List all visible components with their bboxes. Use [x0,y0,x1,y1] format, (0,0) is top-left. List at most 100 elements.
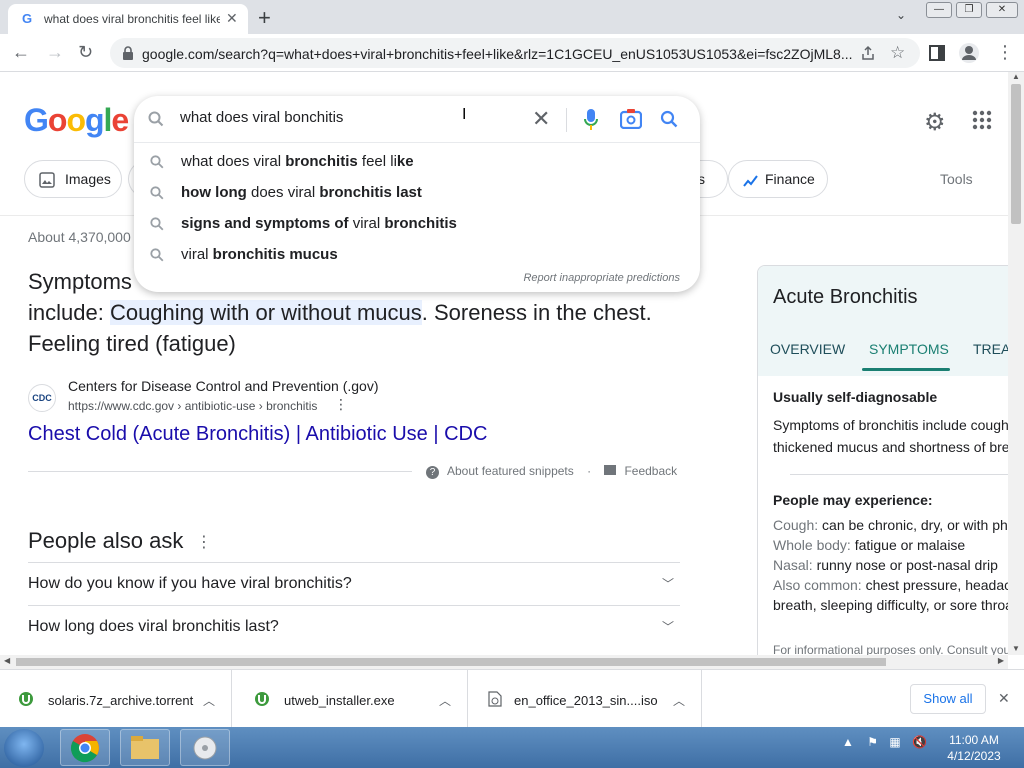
tab-symptoms[interactable]: SYMPTOMS [869,341,949,357]
lock-icon [123,46,133,60]
profile-icon[interactable] [958,42,980,64]
site-url[interactable]: https://www.cdc.gov › antibiotic-use › b… [68,399,317,413]
divider [790,474,1008,475]
side-panel-icon[interactable] [928,44,946,62]
suggestion-part: bronchitis [384,215,457,232]
bookmark-star-icon[interactable]: ☆ [890,43,905,63]
vertical-scroll-thumb[interactable] [1011,84,1021,224]
tab-search-chevron-icon[interactable]: ⌄ [896,8,906,22]
divider [566,108,567,132]
back-arrow-icon[interactable]: ← [12,42,30,63]
result-stats: About 4,370,000 [28,229,131,245]
may-experience-heading: People may experience: [773,492,933,508]
result-more-options-icon[interactable]: ⋮ [334,396,348,413]
logo-letter: l [103,102,113,138]
report-predictions-link[interactable]: Report inappropriate predictions [523,272,680,284]
search-icon [150,155,164,169]
knowledge-panel-header: Acute Bronchitis OVERVIEW SYMPTOMS TREA [758,266,1008,376]
paa-question[interactable]: How long does viral bronchitis last? ﹀ [28,605,680,648]
show-all-downloads-button[interactable]: Show all [910,684,986,714]
chip-finance[interactable]: Finance [728,160,828,198]
chevron-up-icon[interactable]: ︿ [439,692,451,709]
system-clock[interactable]: 11:00 AM 4/12/2023 [944,732,1004,764]
address-bar[interactable]: google.com/search?q=what+does+viral+bron… [110,38,920,68]
snippet-rest: . Soreness in the chest. [421,300,652,325]
scroll-down-arrow-icon[interactable]: ▼ [1012,644,1020,653]
paa-more-options-icon[interactable]: ⋮ [196,532,212,552]
symptom-row: breath, sleeping difficulty, or sore thr… [773,597,1008,613]
symptom-value: chest pressure, headache, shortness of [865,577,1008,593]
clock-time: 11:00 AM [949,733,999,747]
close-tab-icon[interactable]: ✕ [226,10,238,27]
scroll-up-arrow-icon[interactable]: ▲ [1012,72,1020,81]
site-name[interactable]: Centers for Disease Control and Preventi… [68,378,378,394]
search-suggestion[interactable]: how long does viral bronchitis last [134,177,700,208]
close-download-bar-icon[interactable]: ✕ [998,690,1010,707]
symptom-value: runny nose or post-nasal drip [812,557,998,573]
informational-footer: For informational purposes only. Consult… [773,643,1008,655]
symptom-label: Whole body: [773,537,851,553]
search-suggestion[interactable]: what does viral bronchitis feel like [134,146,700,177]
chevron-up-icon[interactable]: ︿ [673,692,685,709]
suggestion-part: bronchitis [285,153,358,170]
show-hidden-icons-icon[interactable]: ▲ [842,735,854,749]
clear-search-icon[interactable]: ✕ [532,106,550,132]
explorer-taskbar-icon[interactable] [120,729,170,766]
kebab-menu-icon[interactable]: ⋮ [996,42,1014,63]
network-icon[interactable]: ▦ [889,735,900,749]
new-tab-button[interactable]: + [258,5,271,31]
tab-overview[interactable]: OVERVIEW [770,341,845,357]
scroll-right-arrow-icon[interactable]: ▶ [998,656,1004,665]
divider [134,142,700,143]
search-submit-icon[interactable] [660,110,678,128]
chrome-taskbar-icon[interactable] [60,729,110,766]
volume-muted-icon[interactable]: 🔇 [912,735,927,749]
minimize-button[interactable]: — [926,2,952,18]
people-also-ask-title: People also ask [28,528,184,553]
paa-question-text: How do you know if you have viral bronch… [28,575,352,592]
google-logo[interactable]: Google [24,102,129,139]
chevron-down-icon: ﹀ [661,577,674,591]
download-item[interactable]: solaris.7z_archive.torrent ︿ [0,670,232,728]
search-suggestion[interactable]: viral bronchitis mucus [134,239,700,270]
media-player-taskbar-icon[interactable] [180,729,230,766]
browser-tab[interactable]: G what does viral bronchitis feel like ✕ [8,4,248,34]
microphone-icon[interactable] [584,109,598,131]
settings-gear-icon[interactable]: ⚙ [924,108,946,137]
tools-button[interactable]: Tools [940,171,973,187]
feedback-link[interactable]: Feedback [624,464,677,478]
symptom-label: Nasal: [773,557,813,573]
suggestion-part: signs and symptoms of [181,215,349,232]
paa-question[interactable]: How do you know if you have viral bronch… [28,562,680,605]
download-item[interactable]: utweb_installer.exe ︿ [236,670,468,728]
horizontal-scrollbar[interactable]: ◀ ▶ [0,655,1008,669]
about-featured-snippets-link[interactable]: About featured snippets [447,464,574,478]
action-center-flag-icon[interactable]: ⚑ [867,735,878,749]
forward-arrow-icon[interactable]: → [46,42,64,63]
divider [28,471,412,472]
windows-start-button[interactable] [4,729,44,767]
chevron-up-icon[interactable]: ︿ [203,692,215,709]
share-icon[interactable] [860,45,876,61]
result-title-link[interactable]: Chest Cold (Acute Bronchitis) | Antibiot… [28,423,487,446]
horizontal-scroll-thumb[interactable] [16,658,886,666]
snippet-line-2: include: Coughing with or without mucus.… [28,297,688,328]
maximize-button[interactable]: ❐ [956,2,982,18]
search-suggestion[interactable]: signs and symptoms of viral bronchitis [134,208,700,239]
utorrent-file-icon [255,692,269,706]
suggestion-part: ke [396,153,414,170]
vertical-scrollbar[interactable]: ▲ ▼ [1008,72,1024,655]
search-input[interactable] [180,109,520,126]
scroll-left-arrow-icon[interactable]: ◀ [4,656,10,665]
download-item[interactable]: en_office_2013_sin....iso ︿ [470,670,702,728]
google-apps-grid-icon[interactable] [972,110,992,130]
close-window-button[interactable]: ✕ [986,2,1018,18]
symptom-row: Cough: can be chronic, dry, or with phle… [773,517,1008,533]
tab-treatment[interactable]: TREA [973,341,1008,357]
google-favicon-icon: G [22,11,33,26]
reload-icon[interactable]: ↻ [78,42,93,63]
google-lens-camera-icon[interactable] [620,109,642,129]
chip-images[interactable]: Images [24,160,122,198]
suggestion-part: bronchitis mucus [212,246,338,263]
clock-date: 4/12/2023 [947,749,1001,763]
